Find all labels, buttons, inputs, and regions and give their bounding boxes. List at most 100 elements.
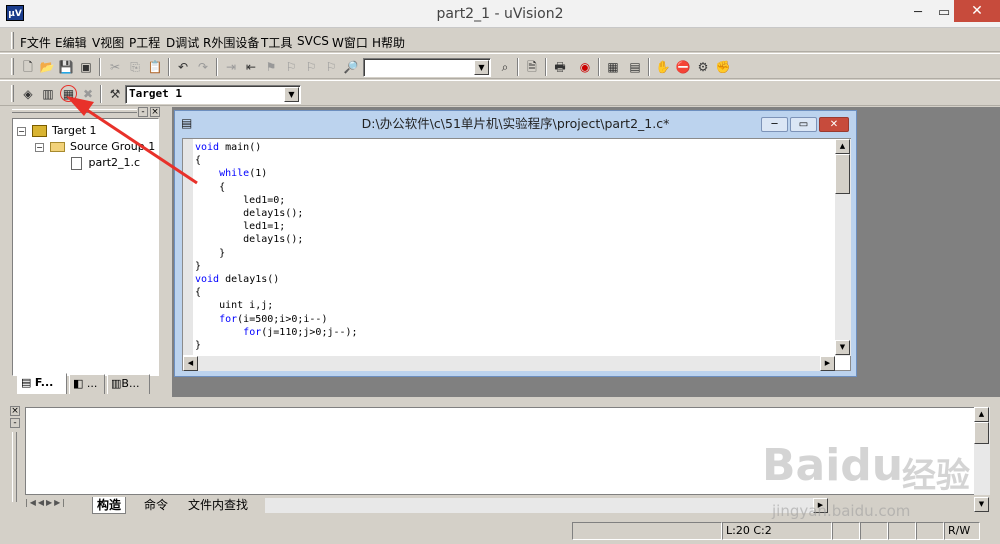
target-options-icon[interactable]: ⚒	[107, 86, 123, 102]
output-horizontal-scrollbar[interactable]: ▶	[265, 498, 828, 513]
menu-file[interactable]: F文件	[20, 34, 51, 51]
menu-peripherals[interactable]: R外围设备	[203, 34, 259, 51]
tab-files[interactable]: ▤ F...	[17, 373, 67, 394]
tab-command[interactable]: 命令	[140, 497, 172, 514]
redo-icon[interactable]: ↷	[195, 59, 211, 75]
close-button[interactable]: ✕	[954, 0, 1000, 22]
tree-row-target[interactable]: − Target 1	[17, 124, 97, 137]
build-target-icon[interactable]: ▥	[40, 86, 56, 102]
panel-grip[interactable]	[12, 109, 137, 113]
print-icon[interactable]: 🖶	[552, 59, 568, 75]
editor-restore-button[interactable]: ▭	[790, 117, 817, 132]
code-line[interactable]: {	[195, 154, 358, 167]
menu-window[interactable]: W窗口	[332, 34, 368, 51]
code-editor[interactable]: void main(){ while(1) { led1=0; delay1s(…	[182, 138, 851, 371]
panel-pin-icon[interactable]: -	[138, 107, 148, 117]
scroll-down-icon[interactable]: ▼	[835, 340, 850, 355]
menu-view[interactable]: V视图	[92, 34, 124, 51]
code-line[interactable]: led1=0;	[195, 194, 358, 207]
editor-title: ▤ D:\办公软件\c\51单片机\实验程序\project\part2_1.c…	[175, 111, 856, 136]
undo-icon[interactable]: ↶	[175, 59, 191, 75]
tab-find-in-files[interactable]: 文件内查找	[184, 497, 252, 514]
stop-hand-icon[interactable]: ⛔	[675, 59, 691, 75]
panel-close-icon[interactable]: ×	[150, 107, 160, 117]
indent-icon[interactable]: ⇥	[223, 59, 239, 75]
scroll-up-icon[interactable]: ▲	[974, 407, 989, 422]
collapse-icon[interactable]: −	[17, 126, 26, 136]
cut-icon[interactable]: ✂	[107, 59, 123, 75]
glove-icon[interactable]: ✊	[715, 59, 731, 75]
tree-row-file[interactable]: part2_1.c	[71, 156, 140, 170]
code-line[interactable]: }	[195, 247, 358, 260]
paste-icon[interactable]: 📋	[147, 59, 163, 75]
tab-build[interactable]: 构造	[92, 497, 127, 514]
replace-icon[interactable]: 🗎	[524, 59, 540, 75]
save-icon[interactable]: 💾	[58, 59, 74, 75]
code-text[interactable]: void main(){ while(1) { led1=0; delay1s(…	[195, 141, 358, 352]
code-line[interactable]: {	[195, 181, 358, 194]
stop-build-icon[interactable]: ✖	[80, 86, 96, 102]
code-line[interactable]: delay1s();	[195, 207, 358, 220]
output-window-icon[interactable]: ▤	[627, 59, 643, 75]
minimize-button[interactable]: ─	[904, 4, 932, 22]
rebuild-all-icon[interactable]: ▦	[60, 85, 77, 102]
tree-row-group[interactable]: − Source Group 1	[35, 140, 155, 153]
target-select[interactable]: Target 1 ▼	[125, 85, 301, 104]
output-grip[interactable]	[12, 432, 17, 502]
menu-debug[interactable]: D调试	[166, 34, 199, 51]
hand-icon[interactable]: ✋	[655, 59, 671, 75]
output-tab-nav[interactable]: |◀◀▶▶|	[25, 498, 85, 514]
menu-project[interactable]: P工程	[129, 34, 160, 51]
horizontal-scrollbar[interactable]: ◀ ▶	[183, 356, 835, 371]
settings-tool-icon[interactable]: ⚙	[695, 59, 711, 75]
menu-grip[interactable]	[11, 32, 14, 49]
toolbar-grip[interactable]	[11, 85, 14, 102]
copy-icon[interactable]: ⎘	[127, 59, 143, 75]
code-line[interactable]: void main()	[195, 141, 358, 154]
code-line[interactable]: }	[195, 260, 358, 273]
open-folder-icon[interactable]: 📂	[39, 59, 55, 75]
scroll-thumb[interactable]	[835, 154, 850, 194]
tree-target-label: Target 1	[52, 124, 97, 137]
vertical-scrollbar[interactable]: ▲ ▼	[835, 139, 851, 356]
find-combo[interactable]: ▼	[363, 58, 491, 77]
collapse-icon[interactable]: −	[35, 142, 44, 152]
workspace-window-icon[interactable]: ▦	[605, 59, 621, 75]
chevron-down-icon[interactable]: ▼	[474, 60, 489, 75]
editor-close-button[interactable]: ✕	[819, 117, 849, 132]
save-all-icon[interactable]: ▣	[78, 59, 94, 75]
code-line[interactable]: while(1)	[195, 167, 358, 180]
bookmark-next-icon[interactable]: ⚐	[303, 59, 319, 75]
output-close-icon[interactable]: ×	[10, 406, 20, 416]
output-pin-icon[interactable]: -	[10, 418, 20, 428]
code-line[interactable]: uint i,j;	[195, 299, 358, 312]
code-line[interactable]: delay1s();	[195, 233, 358, 246]
code-line[interactable]: void delay1s()	[195, 273, 358, 286]
menu-svcs[interactable]: SVCS	[297, 34, 329, 48]
new-file-icon[interactable]: 🗋	[20, 59, 36, 75]
binoculars-icon[interactable]: ⌕	[497, 59, 513, 75]
code-line[interactable]: {	[195, 286, 358, 299]
bookmark-clear-icon[interactable]: ⚐	[323, 59, 339, 75]
toolbar-grip[interactable]	[11, 58, 14, 75]
code-line[interactable]: for(i=500;i>0;i--)	[195, 313, 358, 326]
bookmark-prev-icon[interactable]: ⚐	[283, 59, 299, 75]
scroll-right-icon[interactable]: ▶	[820, 356, 835, 371]
editor-minimize-button[interactable]: ─	[761, 117, 788, 132]
scroll-left-icon[interactable]: ◀	[183, 356, 198, 371]
chevron-down-icon[interactable]: ▼	[284, 87, 299, 102]
debug-session-icon[interactable]: ◉	[577, 59, 593, 75]
translate-icon[interactable]: ◈	[20, 86, 36, 102]
tab-books[interactable]: ▥B...	[107, 374, 150, 394]
unindent-icon[interactable]: ⇤	[243, 59, 259, 75]
code-line[interactable]: }	[195, 339, 358, 352]
code-line[interactable]: for(j=110;j>0;j--);	[195, 326, 357, 339]
bookmark-toggle-icon[interactable]: ⚑	[263, 59, 279, 75]
menu-tools[interactable]: T工具	[261, 34, 292, 51]
tab-regs[interactable]: ◧ ...	[69, 374, 105, 394]
find-in-files-icon[interactable]: 🔎	[343, 59, 359, 75]
code-line[interactable]: led1=1;	[195, 220, 358, 233]
menu-help[interactable]: H帮助	[372, 34, 405, 51]
scroll-up-icon[interactable]: ▲	[835, 139, 850, 154]
menu-edit[interactable]: E编辑	[55, 34, 87, 51]
